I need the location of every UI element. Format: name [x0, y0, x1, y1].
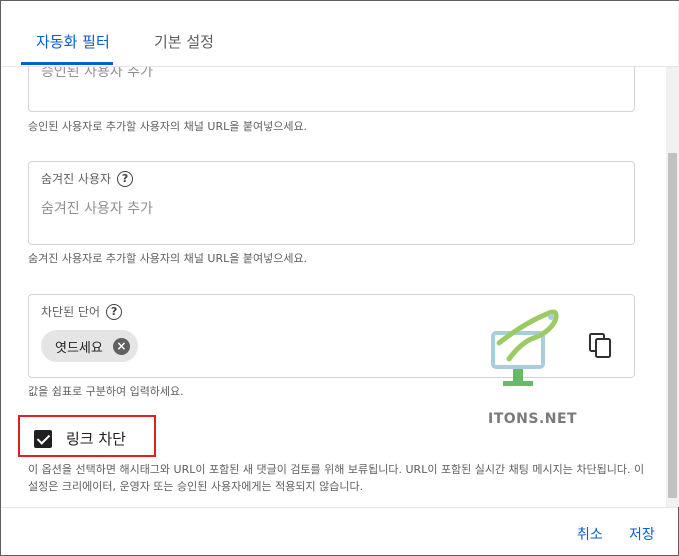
approved-users-field[interactable]: 승인된 사용자 추가: [28, 67, 635, 112]
active-tab-indicator: [21, 62, 113, 65]
itons-logo-watermark: [491, 309, 559, 386]
cancel-button[interactable]: 취소: [577, 524, 603, 544]
help-icon[interactable]: ?: [106, 303, 123, 320]
blocked-words-label-row: 차단된 단어 ?: [41, 303, 123, 320]
settings-dialog: 자동화 필터 기본 설정 승인된 사용자 추가 승인된 사용자로 추가할 사용자…: [0, 0, 679, 556]
scroll-thumb[interactable]: [668, 153, 677, 498]
hidden-users-label-row: 숨겨진 사용자 ?: [41, 170, 134, 187]
tab-basic-settings[interactable]: 기본 설정: [154, 33, 214, 51]
copy-icon[interactable]: [589, 333, 613, 359]
approved-users-helper: 승인된 사용자로 추가할 사용자의 채널 URL을 붙여넣으세요.: [28, 120, 308, 133]
tab-automatic-filters[interactable]: 자동화 필터: [36, 33, 110, 51]
save-button[interactable]: 저장: [629, 524, 655, 544]
dialog-footer: 취소 저장: [1, 507, 678, 555]
tab-bar: 자동화 필터 기본 설정: [1, 1, 678, 67]
settings-content: 승인된 사용자 추가 승인된 사용자로 추가할 사용자의 채널 URL을 붙여넣…: [1, 67, 666, 507]
watermark-text: ITONS.NET: [488, 411, 578, 427]
blocked-words-helper: 값을 쉼표로 구분하여 입력하세요.: [28, 385, 184, 398]
link-blocking-checkbox-row[interactable]: 링크 차단: [34, 428, 126, 449]
hidden-users-placeholder: 숨겨진 사용자 추가: [41, 201, 153, 217]
link-blocking-label[interactable]: 링크 차단: [66, 428, 126, 449]
hidden-users-helper: 숨겨진 사용자로 추가할 사용자의 채널 URL을 붙여넣으세요.: [28, 252, 308, 265]
hidden-users-label: 숨겨진 사용자: [41, 172, 112, 186]
blocked-words-label: 차단된 단어: [41, 305, 101, 319]
blocked-word-chip: 엿드세요 ×: [41, 330, 138, 362]
hidden-users-field[interactable]: 숨겨진 사용자 ? 숨겨진 사용자 추가: [28, 161, 635, 245]
chip-label: 엿드세요: [55, 340, 103, 356]
approved-users-placeholder: 승인된 사용자 추가: [41, 67, 153, 80]
checkbox-checked-icon[interactable]: [34, 429, 52, 448]
help-icon[interactable]: ?: [117, 170, 134, 187]
scrollbar[interactable]: [666, 1, 679, 507]
close-circle-icon[interactable]: ×: [112, 337, 130, 355]
link-blocking-description: 이 옵션을 선택하면 해시태그와 URL이 포함된 새 댓글이 검토를 위해 보…: [28, 463, 645, 493]
